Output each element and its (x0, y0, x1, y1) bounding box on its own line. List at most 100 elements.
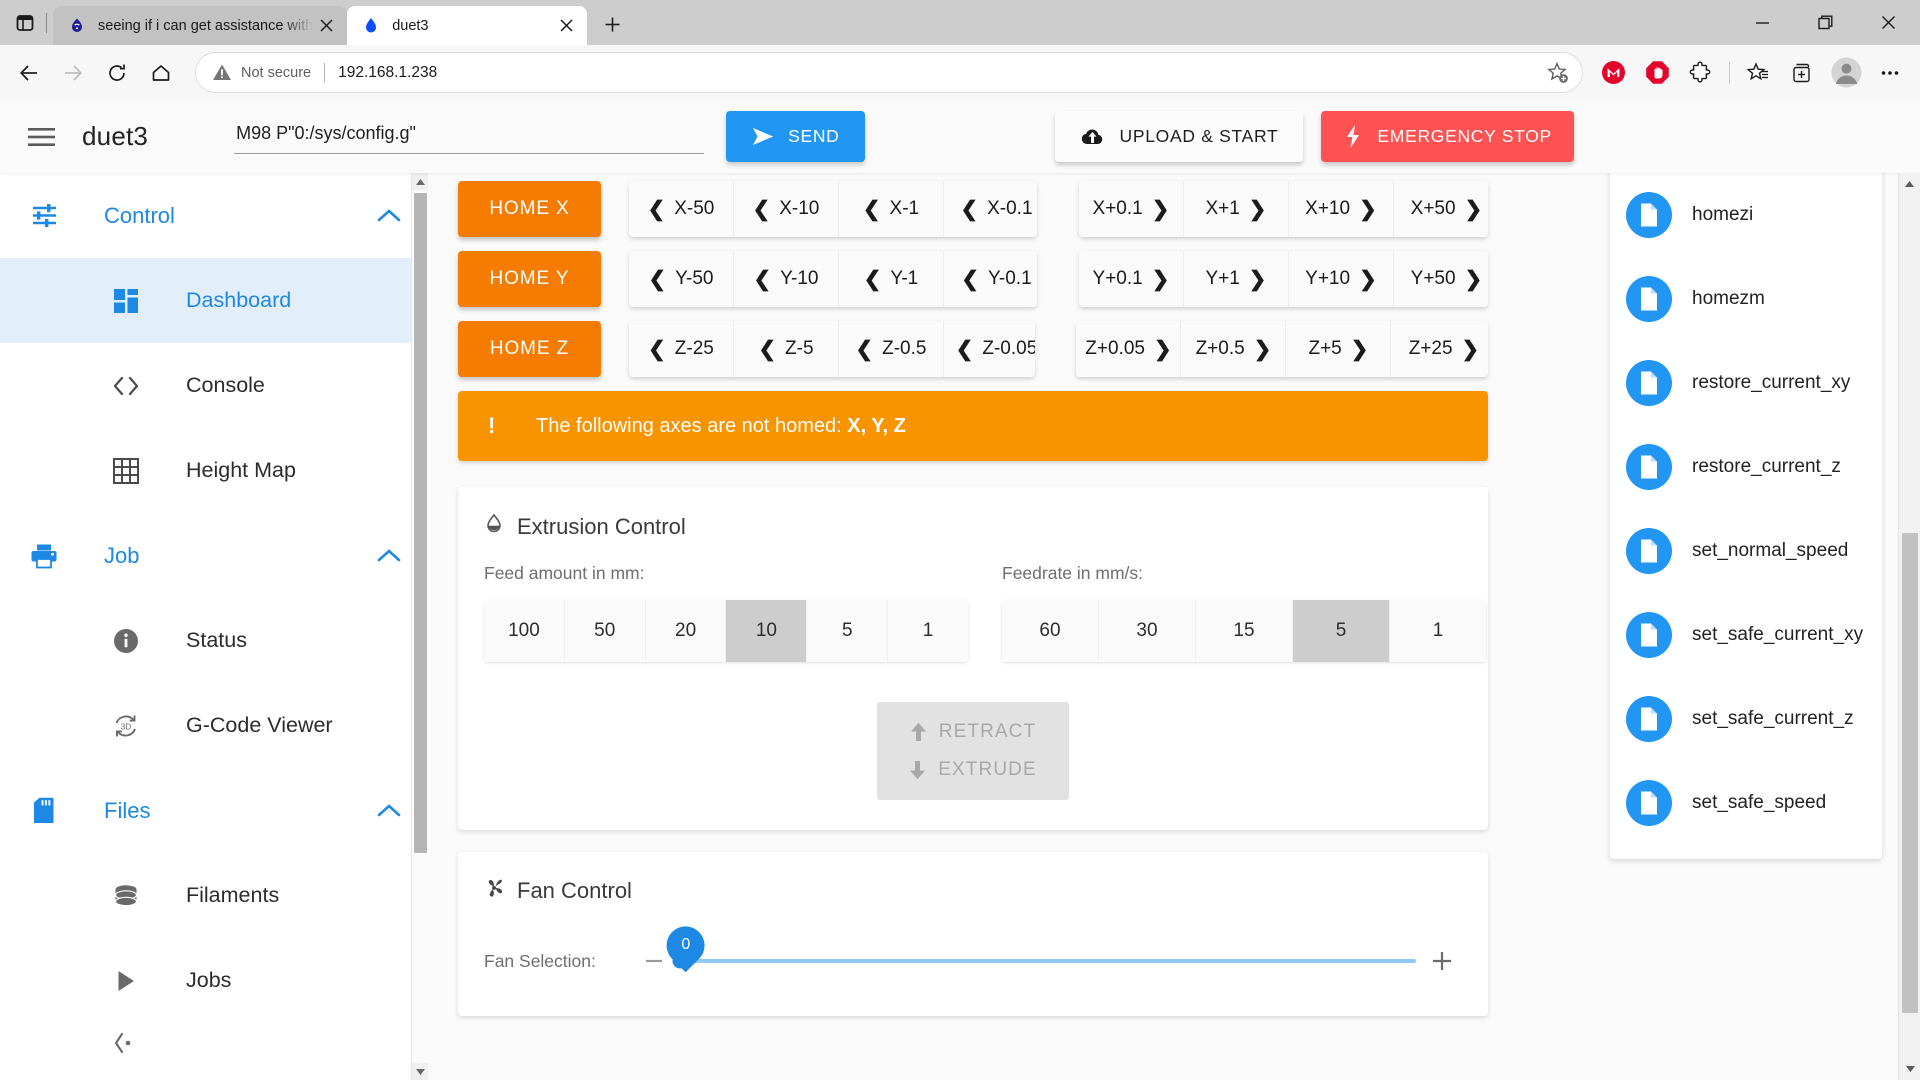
address-bar[interactable]: Not secure 192.168.1.238 (196, 53, 1582, 92)
page-scrollbar[interactable] (1898, 173, 1920, 1080)
favorites-star-icon[interactable] (1738, 53, 1778, 93)
adblock-icon[interactable] (1637, 53, 1677, 93)
page-scroll-thumb[interactable] (1902, 533, 1918, 1013)
sidebar-group-job[interactable]: Job (0, 513, 428, 598)
browser-tab-2[interactable]: duet3 (347, 6, 588, 45)
tab-actions-icon[interactable] (6, 6, 44, 40)
jog-y-plus-1[interactable]: Y+1 ❯ (1183, 251, 1289, 307)
extrude-button[interactable]: EXTRUDE (877, 751, 1069, 789)
profile-avatar-icon[interactable] (1826, 53, 1866, 93)
jog-x-plus-1[interactable]: X+1 ❯ (1183, 181, 1289, 237)
sidebar-item-height-map[interactable]: Height Map (0, 428, 428, 513)
macro-list-item[interactable]: set_safe_current_z (1610, 677, 1882, 761)
sidebar-item-filaments[interactable]: Filaments (0, 853, 428, 938)
sidebar-item-gcode-viewer[interactable]: 3D G-Code Viewer (0, 683, 428, 768)
macro-list-item[interactable]: restore_current_xy (1610, 341, 1882, 425)
feedrate-option-30[interactable]: 30 (1099, 600, 1196, 662)
browser-tab-1[interactable]: seeing if i can get assistance with (53, 6, 348, 45)
jog-y-minus-0-1[interactable]: ❮ Y-0.1 (944, 251, 1038, 307)
jog-x-plus-50[interactable]: X+50 ❯ (1393, 181, 1488, 237)
back-button[interactable] (8, 52, 50, 94)
jog-y-plus-10[interactable]: Y+10 ❯ (1288, 251, 1394, 307)
macro-list-item[interactable]: set_safe_speed (1610, 761, 1882, 845)
jog-x-minus-1[interactable]: ❮ X-1 (839, 181, 944, 237)
menu-toggle-button[interactable] (18, 114, 64, 160)
retract-button[interactable]: RETRACT (877, 713, 1069, 751)
gcode-input[interactable] (234, 119, 705, 154)
upload-and-start-button[interactable]: UPLOAD & START (1054, 111, 1304, 162)
sidebar-item-dashboard[interactable]: Dashboard (0, 258, 428, 343)
feedrate-option-5[interactable]: 5 (1293, 600, 1390, 662)
feed-option-1[interactable]: 1 (888, 600, 968, 662)
jog-z-minus-0-05[interactable]: ❮ Z-0.05 (944, 321, 1036, 377)
sidebar-group-files[interactable]: Files (0, 768, 428, 853)
jog-x-minus-0-1[interactable]: ❮ X-0.1 (944, 181, 1038, 237)
jog-z-minus-5[interactable]: ❮ Z-5 (734, 321, 839, 377)
jog-y-plus-0-1[interactable]: Y+0.1 ❯ (1078, 251, 1184, 307)
jog-y-minus-50[interactable]: ❮ Y-50 (629, 251, 734, 307)
new-tab-button[interactable] (595, 7, 629, 41)
feedrate-option-1[interactable]: 1 (1390, 600, 1486, 662)
macro-list-item[interactable]: set_safe_current_xy (1610, 593, 1882, 677)
sidebar-item-partial[interactable] (0, 1023, 428, 1063)
home-x-button[interactable]: HOME X (458, 181, 601, 237)
jog-y-minus-10[interactable]: ❮ Y-10 (734, 251, 839, 307)
chevron-up-icon[interactable] (375, 548, 403, 563)
add-favorite-icon[interactable] (1542, 57, 1574, 89)
minimize-icon[interactable] (1731, 0, 1794, 45)
sidebar-item-console[interactable]: Console (0, 343, 428, 428)
macro-list-item[interactable]: homezi (1610, 173, 1882, 257)
jog-z-plus-0-05[interactable]: Z+0.05 ❯ (1076, 321, 1182, 377)
send-button[interactable]: SEND (726, 111, 865, 162)
home-button[interactable] (140, 52, 182, 94)
sidebar-group-control[interactable]: Control (0, 173, 428, 258)
macro-list-item[interactable]: homezm (1610, 257, 1882, 341)
scroll-up-arrow-icon[interactable] (412, 173, 428, 190)
page-scroll-down-arrow-icon[interactable] (1899, 1058, 1920, 1080)
scroll-down-arrow-icon[interactable] (412, 1063, 428, 1080)
sidebar-item-jobs[interactable]: Jobs (0, 938, 428, 1023)
jog-z-plus-5[interactable]: Z+5 ❯ (1286, 321, 1392, 377)
close-icon[interactable] (553, 13, 579, 39)
feed-option-50[interactable]: 50 (564, 600, 646, 662)
jog-x-plus-0-1[interactable]: X+0.1 ❯ (1078, 181, 1184, 237)
page-scroll-up-arrow-icon[interactable] (1899, 173, 1920, 195)
fan-slider-track[interactable]: 0 (658, 918, 1416, 973)
chevron-up-icon[interactable] (375, 803, 403, 818)
more-options-icon[interactable] (1870, 53, 1910, 93)
puzzle-extensions-icon[interactable] (1681, 53, 1721, 93)
sidebar-item-status[interactable]: Status (0, 598, 428, 683)
close-icon[interactable] (1857, 0, 1920, 45)
maximize-icon[interactable] (1794, 0, 1857, 45)
jog-y-plus-50[interactable]: Y+50 ❯ (1393, 251, 1488, 307)
feed-option-20[interactable]: 20 (645, 600, 727, 662)
url-text[interactable]: 192.168.1.238 (338, 64, 1542, 82)
home-y-button[interactable]: HOME Y (458, 251, 601, 307)
security-indicator[interactable]: Not secure (212, 63, 311, 82)
mega-icon[interactable] (1593, 53, 1633, 93)
jog-x-plus-10[interactable]: X+10 ❯ (1288, 181, 1394, 237)
jog-y-minus-1[interactable]: ❮ Y-1 (839, 251, 944, 307)
fan-slider[interactable]: 0 (634, 918, 1462, 996)
jog-z-minus-25[interactable]: ❮ Z-25 (629, 321, 734, 377)
feedrate-option-15[interactable]: 15 (1196, 600, 1293, 662)
feed-option-10[interactable]: 10 (726, 600, 808, 662)
feedrate-option-60[interactable]: 60 (1002, 600, 1099, 662)
chevron-up-icon[interactable] (375, 208, 403, 223)
jog-z-plus-0-5[interactable]: Z+0.5 ❯ (1181, 321, 1287, 377)
macro-list-item[interactable]: set_normal_speed (1610, 509, 1882, 593)
feed-option-100[interactable]: 100 (484, 600, 565, 662)
macro-list-item[interactable]: restore_current_z (1610, 425, 1882, 509)
home-z-button[interactable]: HOME Z (458, 321, 601, 377)
feed-option-5[interactable]: 5 (807, 600, 889, 662)
reload-button[interactable] (96, 52, 138, 94)
collections-icon[interactable] (1782, 53, 1822, 93)
increment-button[interactable] (1422, 949, 1462, 973)
fan-slider-thumb[interactable] (672, 953, 688, 969)
jog-z-plus-25[interactable]: Z+25 ❯ (1391, 321, 1488, 377)
jog-x-minus-50[interactable]: ❮ X-50 (629, 181, 734, 237)
jog-z-minus-0-5[interactable]: ❮ Z-0.5 (839, 321, 944, 377)
sidebar-scrollbar[interactable] (411, 173, 428, 1080)
sidebar-scroll-thumb[interactable] (414, 193, 427, 853)
close-icon[interactable] (313, 13, 339, 39)
